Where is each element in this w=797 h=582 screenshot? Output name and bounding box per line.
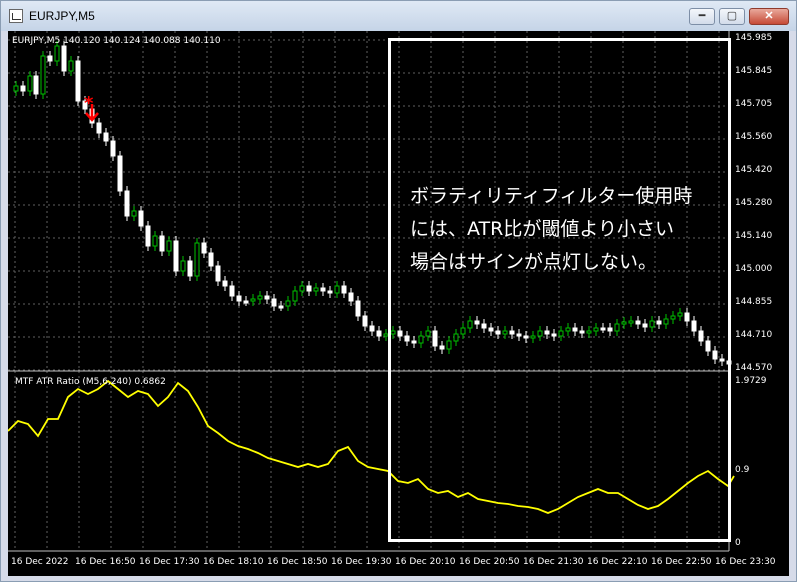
candle-bear <box>320 287 326 292</box>
chart-window-icon <box>9 9 23 23</box>
time-tick: 16 Dec 18:50 <box>267 557 328 567</box>
annotation-line-2: には、ATR比が閾値より小さい <box>410 218 674 240</box>
candle-bear <box>341 285 347 294</box>
minimize-button[interactable]: ━ <box>689 8 715 25</box>
candle-bear <box>187 260 193 277</box>
candle-bull <box>313 287 319 292</box>
candle-bull <box>285 300 291 307</box>
candle-bear <box>348 292 354 302</box>
time-tick: 16 Dec 2022 <box>11 557 69 567</box>
candle-bull <box>292 290 298 302</box>
candle-bear <box>376 330 382 337</box>
candle-bear <box>20 85 26 92</box>
price-tick: 145.845 <box>735 66 773 76</box>
candle-bear <box>362 315 368 327</box>
candle-bear <box>271 298 277 307</box>
candle-bear <box>117 155 123 192</box>
price-tick: 145.985 <box>735 33 773 43</box>
candle-bear <box>243 300 249 304</box>
window-title: EURJPY,M5 <box>29 9 95 23</box>
indicator-tick: 1.9729 <box>735 376 767 386</box>
candle-bull <box>166 240 172 252</box>
close-button[interactable]: ✕ <box>749 8 789 25</box>
candle-bear <box>96 122 102 134</box>
candle-bear <box>173 240 179 272</box>
price-tick: 145.140 <box>735 231 773 241</box>
time-tick: 16 Dec 17:30 <box>139 557 200 567</box>
indicator-tick: 0.9 <box>735 465 750 475</box>
candle-bear <box>306 285 312 292</box>
time-tick: 16 Dec 20:10 <box>395 557 456 567</box>
candle-bull <box>54 45 60 62</box>
title-bar[interactable]: EURJPY,M5 ━ ▢ ✕ <box>1 1 796 31</box>
time-tick: 16 Dec 22:50 <box>651 557 712 567</box>
candle-bull <box>131 210 137 217</box>
candle-bear <box>208 252 214 267</box>
maximize-button[interactable]: ▢ <box>719 8 745 25</box>
chart-area[interactable]: EURJPY,M5 140.120 140.124 140.088 140.11… <box>8 31 789 576</box>
time-tick: 16 Dec 20:50 <box>459 557 520 567</box>
candle-bear <box>236 295 242 302</box>
candle-bear <box>75 60 81 102</box>
time-tick: 16 Dec 19:30 <box>331 557 392 567</box>
candle-bear <box>124 190 130 217</box>
candle-bear <box>138 210 144 227</box>
candle-bear <box>222 280 228 287</box>
candle-bear <box>369 325 375 332</box>
candle-bull <box>180 260 186 272</box>
candle-bear <box>110 140 116 157</box>
candle-bull <box>334 285 340 294</box>
annotation-line-1: ボラティリティフィルター使用時 <box>410 185 693 207</box>
candle-bear <box>159 235 165 252</box>
time-tick: 16 Dec 23:30 <box>715 557 776 567</box>
candle-bull <box>152 235 158 247</box>
candle-bear <box>264 295 270 300</box>
candle-bear <box>278 305 284 309</box>
candle-bear <box>355 300 361 317</box>
annotation-box <box>388 38 731 542</box>
time-tick: 16 Dec 22:10 <box>587 557 648 567</box>
symbol-header: EURJPY,M5 140.120 140.124 140.088 140.11… <box>12 36 221 46</box>
price-tick: 145.705 <box>735 99 773 109</box>
price-tick: 145.280 <box>735 198 773 208</box>
candle-bull <box>194 242 200 277</box>
signal-star-icon: * <box>84 93 94 114</box>
time-tick: 16 Dec 16:50 <box>75 557 136 567</box>
indicator-label: MTF ATR Ratio (M5,6,240) 0.6862 <box>15 377 166 387</box>
candle-bear <box>61 45 67 72</box>
candle-bear <box>47 55 53 62</box>
price-tick: 144.570 <box>735 363 773 373</box>
candle-bull <box>40 55 46 95</box>
price-tick: 145.420 <box>735 165 773 175</box>
candle-bull <box>27 75 33 92</box>
candle-bear <box>33 75 39 95</box>
candle-bear <box>327 290 333 294</box>
time-tick: 16 Dec 21:30 <box>523 557 584 567</box>
indicator-tick: 0 <box>735 538 741 548</box>
candle-bull <box>257 295 263 300</box>
chart-window: EURJPY,M5 ━ ▢ ✕ EURJPY,M5 140.120 140.12… <box>0 0 797 582</box>
candle-bear <box>201 242 207 254</box>
candle-bear <box>103 132 109 142</box>
candle-bull <box>13 85 19 92</box>
price-tick: 145.560 <box>735 132 773 142</box>
candle-bear <box>229 285 235 297</box>
price-tick: 145.000 <box>735 264 773 274</box>
price-tick: 144.855 <box>735 297 773 307</box>
candle-bull <box>250 298 256 302</box>
candle-bull <box>68 60 74 72</box>
time-tick: 16 Dec 18:10 <box>203 557 264 567</box>
annotation-line-3: 場合はサインが点灯しない。 <box>410 251 658 273</box>
candle-bear <box>215 265 221 282</box>
price-tick: 144.710 <box>735 330 773 340</box>
candle-bull <box>299 285 305 292</box>
candle-bear <box>145 225 151 247</box>
